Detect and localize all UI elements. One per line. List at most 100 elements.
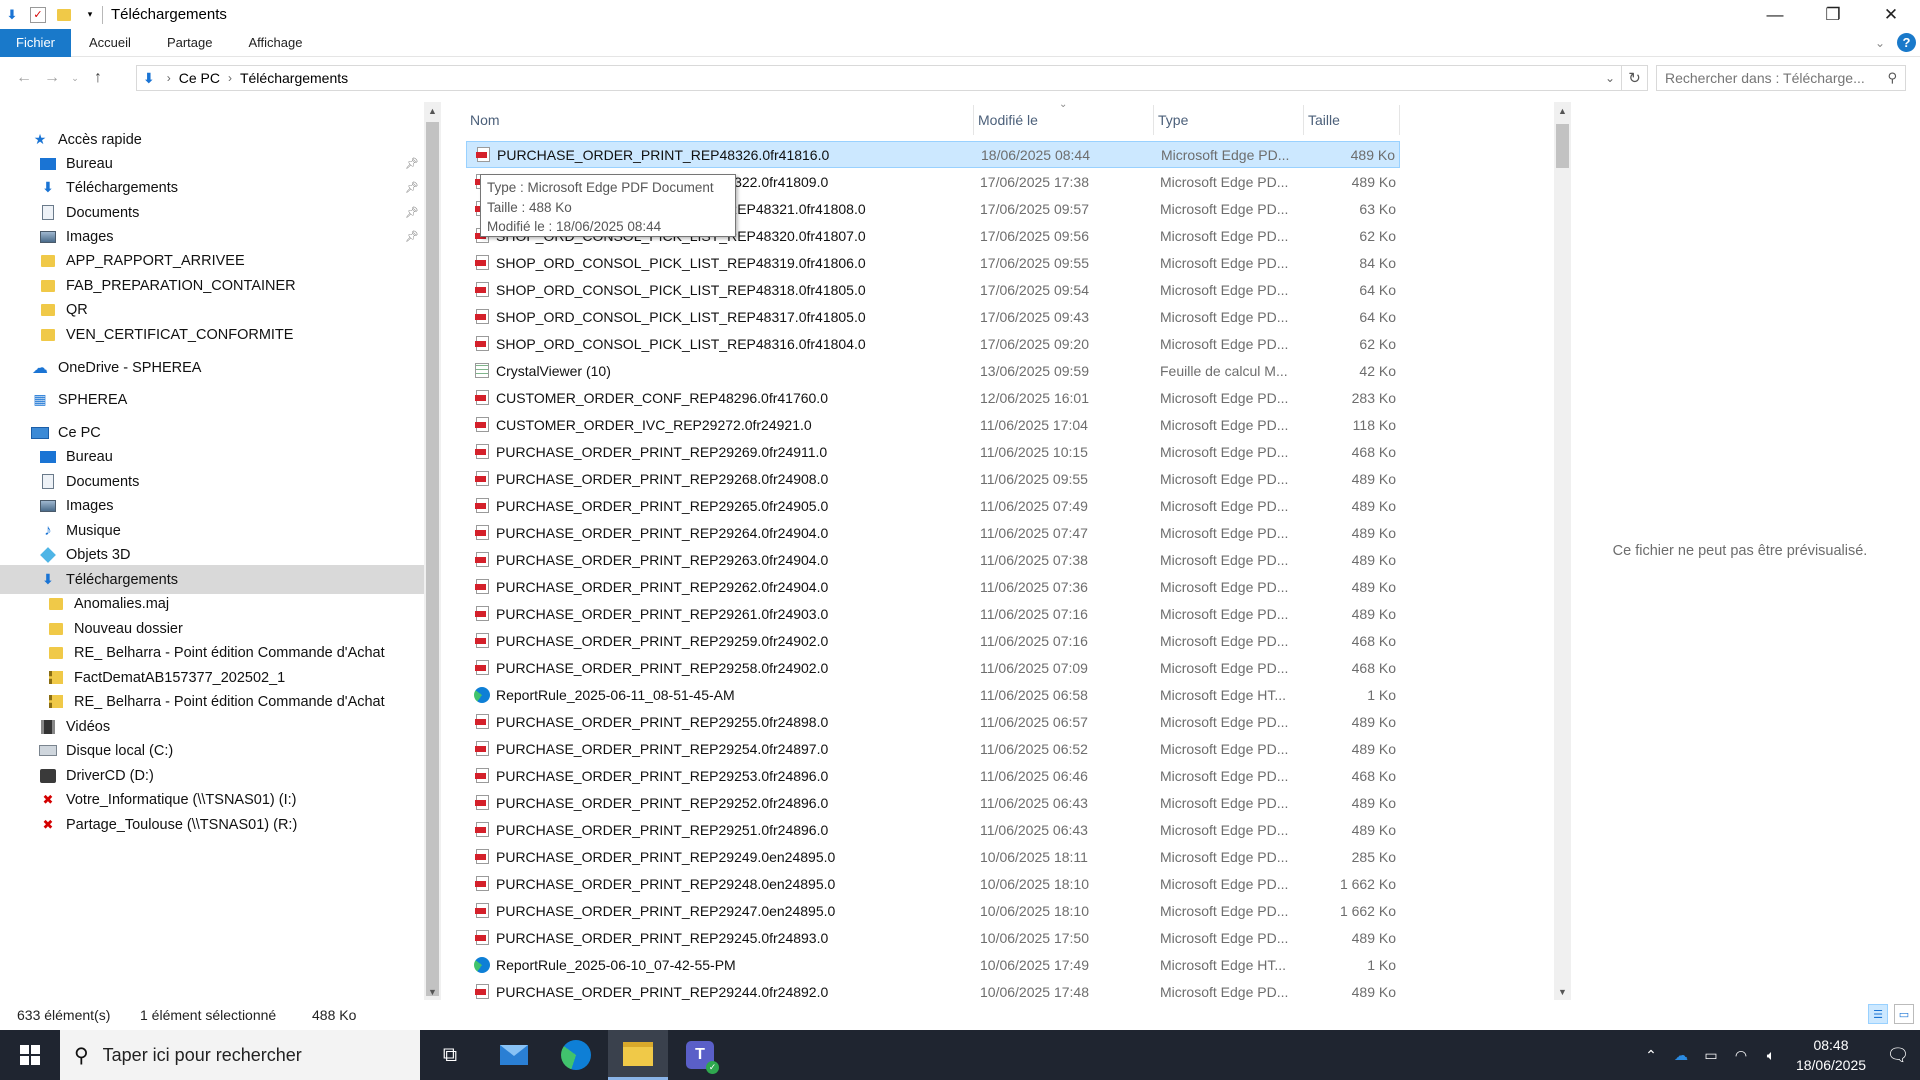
help-icon[interactable]: ? bbox=[1897, 33, 1916, 52]
table-row[interactable]: PURCHASE_ORDER_PRINT_REP29258.0fr24902.0… bbox=[466, 654, 1400, 681]
details-view-button[interactable]: ☰ bbox=[1868, 1004, 1888, 1024]
notification-center-icon[interactable]: 🗨︎ bbox=[1876, 1045, 1920, 1066]
table-row[interactable]: CrystalViewer (10) 13/06/2025 09:59 Feuill… bbox=[466, 357, 1400, 384]
battery-icon[interactable]: ▭ bbox=[1696, 1047, 1726, 1064]
up-one-level-button[interactable]: ↑ bbox=[84, 69, 112, 87]
table-row[interactable]: PURCHASE_ORDER_PRINT_REP29265.0fr24905.0… bbox=[466, 492, 1400, 519]
table-row[interactable]: PURCHASE_ORDER_PRINT_REP29259.0fr24902.0… bbox=[466, 627, 1400, 654]
breadcrumb-separator-icon[interactable]: › bbox=[167, 71, 171, 85]
edge-app-button[interactable] bbox=[546, 1030, 606, 1080]
sidebar-item[interactable]: ✖ Partage_Toulouse (\\TSNAS01) (R:) bbox=[0, 810, 424, 839]
onedrive-cloud-icon[interactable]: ☁ bbox=[1666, 1047, 1696, 1064]
table-row[interactable]: CUSTOMER_ORDER_CONF_REP48296.0fr41760.0 1… bbox=[466, 384, 1400, 411]
file-name: CrystalViewer (10) bbox=[496, 362, 611, 379]
sidebar-item[interactable]: ☁ OneDrive - SPHEREA bbox=[0, 353, 424, 382]
file-name: PURCHASE_ORDER_PRINT_REP29255.0fr24898.0 bbox=[496, 713, 829, 730]
wifi-icon[interactable]: ◠ bbox=[1726, 1047, 1756, 1064]
refresh-button[interactable]: ↻ bbox=[1622, 65, 1648, 91]
sidebar-item[interactable]: VEN_CERTIFICAT_CONFORMITE bbox=[0, 320, 424, 349]
file-size: 42 Ko bbox=[1359, 362, 1396, 379]
mail-app-button[interactable] bbox=[484, 1030, 544, 1080]
tab-partage[interactable]: Partage bbox=[149, 29, 231, 57]
new-folder-icon[interactable] bbox=[56, 7, 72, 23]
search-box[interactable]: ⚲ bbox=[1656, 65, 1906, 91]
navigation-pane-scrollbar[interactable]: ▲ ▼ bbox=[424, 102, 441, 1000]
table-row[interactable]: PURCHASE_ORDER_PRINT_REP29253.0fr24896.0… bbox=[466, 762, 1400, 789]
table-row[interactable]: PURCHASE_ORDER_PRINT_REP29254.0fr24897.0… bbox=[466, 735, 1400, 762]
table-row[interactable]: PURCHASE_ORDER_PRINT_REP29245.0fr24893.0… bbox=[466, 924, 1400, 951]
table-row[interactable]: PURCHASE_ORDER_PRINT_REP29247.0en24895.0… bbox=[466, 897, 1400, 924]
table-row[interactable]: PURCHASE_ORDER_PRINT_REP29248.0en24895.0… bbox=[466, 870, 1400, 897]
column-header-name[interactable]: Nom bbox=[466, 105, 974, 135]
file-type: Microsoft Edge PD... bbox=[1160, 470, 1289, 487]
breadcrumb-ce-pc[interactable]: Ce PC bbox=[179, 70, 220, 86]
scroll-up-arrow-icon[interactable]: ▲ bbox=[424, 102, 441, 119]
pin-icon[interactable]: 📌︎ bbox=[405, 181, 419, 194]
expand-ribbon-chevron-icon[interactable]: ⌄ bbox=[1875, 36, 1885, 50]
column-header-size[interactable]: Taille bbox=[1304, 105, 1400, 135]
table-row[interactable]: PURCHASE_ORDER_PRINT_REP29251.0fr24896.0… bbox=[466, 816, 1400, 843]
pin-icon[interactable]: 📌︎ bbox=[405, 157, 419, 170]
show-hidden-icons-chevron-icon[interactable]: ⌃ bbox=[1636, 1047, 1666, 1064]
table-row[interactable]: PURCHASE_ORDER_PRINT_REP29252.0fr24896.0… bbox=[466, 789, 1400, 816]
file-size: 489 Ko bbox=[1351, 929, 1396, 946]
pin-icon[interactable]: 📌︎ bbox=[405, 230, 419, 243]
pdf-icon bbox=[474, 498, 490, 514]
large-icons-view-button[interactable]: ▭ bbox=[1894, 1004, 1914, 1024]
table-row[interactable]: SHOP_ORD_CONSOL_PICK_LIST_REP48319.0fr41… bbox=[466, 249, 1400, 276]
table-row[interactable]: PURCHASE_ORDER_PRINT_REP29263.0fr24904.0… bbox=[466, 546, 1400, 573]
column-header-type[interactable]: Type bbox=[1154, 105, 1304, 135]
breadcrumb-telechargements[interactable]: Téléchargements bbox=[240, 70, 348, 86]
tab-affichage[interactable]: Affichage bbox=[230, 29, 320, 57]
sidebar-item-label: Images bbox=[66, 497, 114, 514]
file-explorer-app-button[interactable] bbox=[608, 1030, 668, 1080]
address-bar[interactable]: ⬇ › Ce PC › Téléchargements ⌄ bbox=[136, 65, 1622, 91]
table-row[interactable]: ReportRule_2025-06-11_08-51-45-AM 11/06/2… bbox=[466, 681, 1400, 708]
address-history-dropdown-icon[interactable]: ⌄ bbox=[1605, 71, 1615, 85]
scrollbar-thumb[interactable] bbox=[426, 122, 439, 996]
table-row[interactable]: PURCHASE_ORDER_PRINT_REP29249.0en24895.0… bbox=[466, 843, 1400, 870]
scroll-down-arrow-icon[interactable]: ▼ bbox=[1554, 983, 1571, 1000]
scroll-up-arrow-icon[interactable]: ▲ bbox=[1554, 102, 1571, 119]
minimize-button[interactable]: — bbox=[1746, 0, 1804, 29]
table-row[interactable]: SHOP_ORD_CONSOL_PICK_LIST_REP48316.0fr41… bbox=[466, 330, 1400, 357]
table-row[interactable]: PURCHASE_ORDER_PRINT_REP29255.0fr24898.0… bbox=[466, 708, 1400, 735]
close-button[interactable]: ✕ bbox=[1862, 0, 1920, 29]
sidebar-item[interactable]: ▦ SPHEREA bbox=[0, 385, 424, 414]
table-row[interactable]: CUSTOMER_ORDER_IVC_REP29272.0fr24921.0 11… bbox=[466, 411, 1400, 438]
back-button[interactable]: ← bbox=[10, 69, 38, 87]
file-name: PURCHASE_ORDER_PRINT_REP29245.0fr24893.0 bbox=[496, 929, 829, 946]
file-size: 489 Ko bbox=[1351, 713, 1396, 730]
volume-icon[interactable]: 🔈︎ bbox=[1756, 1047, 1786, 1064]
tab-fichier[interactable]: Fichier bbox=[0, 28, 72, 57]
search-input[interactable] bbox=[1665, 70, 1875, 86]
navigation-pane: ★ Accès rapide Bureau 📌︎ ⬇ Téléchargements 📌︎ D… bbox=[0, 99, 424, 999]
tab-accueil[interactable]: Accueil bbox=[71, 29, 149, 57]
table-row[interactable]: SHOP_ORD_CONSOL_PICK_LIST_REP48317.0fr41… bbox=[466, 303, 1400, 330]
teams-app-button[interactable]: T bbox=[670, 1030, 730, 1080]
table-row[interactable]: PURCHASE_ORDER_PRINT_REP48326.0fr41816.0… bbox=[466, 141, 1400, 168]
sidebar-item-label: Nouveau dossier bbox=[74, 620, 183, 637]
table-row[interactable]: PURCHASE_ORDER_PRINT_REP29261.0fr24903.0… bbox=[466, 600, 1400, 627]
system-clock[interactable]: 08:48 18/06/2025 bbox=[1786, 1035, 1876, 1075]
taskbar-search-box[interactable]: ⚲ Taper ici pour rechercher bbox=[60, 1030, 420, 1080]
scrollbar-thumb[interactable] bbox=[1556, 124, 1569, 168]
table-row[interactable]: PURCHASE_ORDER_PRINT_REP29268.0fr24908.0… bbox=[466, 465, 1400, 492]
recent-locations-dropdown[interactable]: ⌄ bbox=[66, 73, 84, 84]
table-row[interactable]: PURCHASE_ORDER_PRINT_REP29264.0fr24904.0… bbox=[466, 519, 1400, 546]
table-row[interactable]: ReportRule_2025-06-10_07-42-55-PM 10/06/2… bbox=[466, 951, 1400, 978]
task-view-button[interactable]: ⧉ bbox=[420, 1030, 480, 1080]
scroll-down-arrow-icon[interactable]: ▼ bbox=[424, 983, 441, 1000]
forward-button[interactable]: → bbox=[38, 69, 66, 87]
table-row[interactable]: SHOP_ORD_CONSOL_PICK_LIST_REP48318.0fr41… bbox=[466, 276, 1400, 303]
breadcrumb-separator-icon[interactable]: › bbox=[228, 71, 232, 85]
maximize-button[interactable]: ❐ bbox=[1804, 0, 1862, 29]
customize-toolbar-dropdown-icon[interactable]: ▾ bbox=[82, 7, 98, 23]
status-bar: 633 élément(s) 1 élément sélectionné 488… bbox=[0, 1000, 1920, 1030]
table-row[interactable]: PURCHASE_ORDER_PRINT_REP29262.0fr24904.0… bbox=[466, 573, 1400, 600]
pin-icon[interactable]: 📌︎ bbox=[405, 206, 419, 219]
properties-icon[interactable]: ✓ bbox=[30, 6, 46, 23]
start-button[interactable] bbox=[0, 1030, 60, 1080]
sidebar-item-label: Objets 3D bbox=[66, 546, 131, 563]
table-row[interactable]: PURCHASE_ORDER_PRINT_REP29269.0fr24911.0… bbox=[466, 438, 1400, 465]
